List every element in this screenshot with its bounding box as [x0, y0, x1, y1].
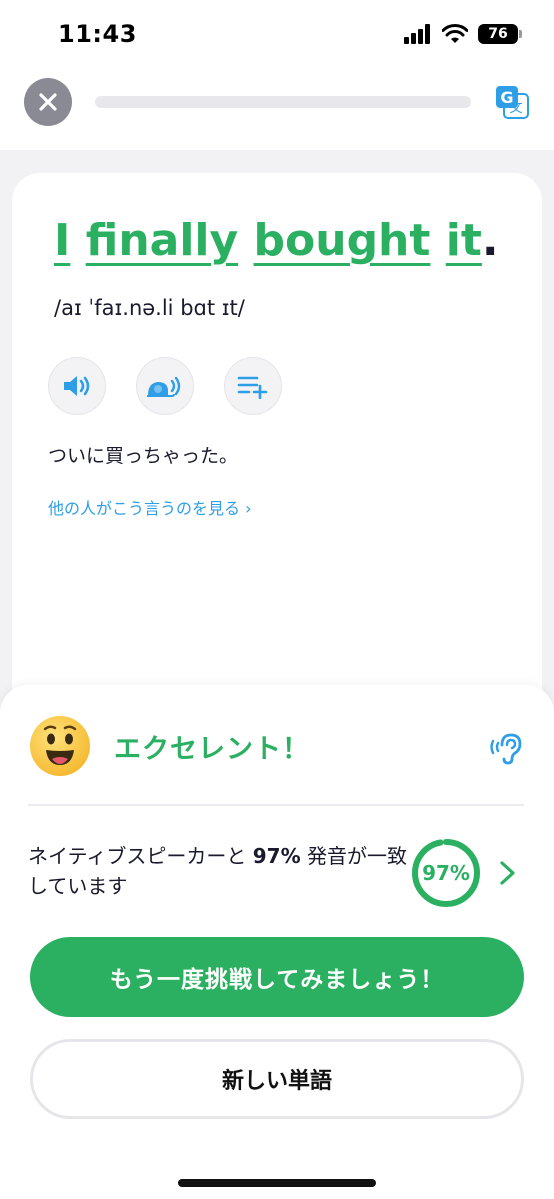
- lesson-progress-bar: [95, 96, 471, 108]
- play-slow-audio-button[interactable]: [136, 357, 194, 415]
- phrase-word[interactable]: it: [446, 215, 482, 266]
- try-again-button[interactable]: もう一度挑戦してみましょう！: [30, 937, 524, 1017]
- phrase-word[interactable]: I: [54, 215, 70, 266]
- result-title: エクセレント！: [114, 734, 310, 765]
- phrase-sentence: I finally bought it.: [54, 215, 499, 266]
- phonetic-text: aɪ ˈfaɪ.nə.li bɑt ɪt: [61, 296, 238, 320]
- chevron-right-icon[interactable]: [494, 855, 522, 891]
- score-description: ネイティブスピーカーと 97% 発音が一致しています: [28, 841, 408, 901]
- divider: [28, 804, 524, 806]
- chevron-right-icon: ›: [245, 499, 252, 518]
- phrase-word[interactable]: bought: [254, 215, 431, 266]
- see-others-label: 他の人がこう言うのを見る: [48, 499, 241, 518]
- phrase-card: I finally bought it. /aɪ ˈfaɪ.nə.li bɑt …: [12, 173, 542, 773]
- score-ring-label: 97%: [422, 861, 470, 885]
- ear-listen-icon[interactable]: [488, 729, 524, 765]
- phrase-word[interactable]: finally: [86, 215, 238, 266]
- translate-icon[interactable]: 文 G: [494, 84, 530, 120]
- result-sheet: エクセレント！ ネイティブスピーカーと 97% 発音が一致しています 97% も…: [0, 685, 554, 1199]
- phonetic-transcription: /aɪ ˈfaɪ.nə.li bɑt ɪt/: [54, 296, 245, 320]
- see-others-link[interactable]: 他の人がこう言うのを見る ›: [48, 495, 252, 519]
- translation-text: ついに買っちゃった。: [48, 445, 239, 467]
- phrase-period: .: [481, 215, 499, 266]
- top-bar: 文 G: [0, 70, 554, 150]
- slow-speaker-icon: [147, 376, 181, 397]
- play-audio-button[interactable]: [48, 357, 106, 415]
- status-icons: 76: [404, 24, 522, 44]
- close-icon: [39, 93, 57, 111]
- home-indicator: [178, 1179, 376, 1187]
- battery-level: 76: [488, 26, 508, 42]
- happy-face-icon: [30, 716, 90, 776]
- new-word-button[interactable]: 新しい単語: [30, 1039, 524, 1119]
- signal-icon: [404, 24, 430, 44]
- status-bar: 11:43 76: [0, 0, 554, 70]
- score-text-before: ネイティブスピーカーと: [28, 844, 253, 868]
- svg-text:G: G: [500, 88, 513, 107]
- score-percent: 97%: [252, 844, 301, 868]
- status-time: 11:43: [58, 20, 137, 48]
- close-button[interactable]: [24, 78, 72, 126]
- battery-icon: 76: [478, 24, 522, 44]
- wifi-icon: [442, 24, 468, 43]
- speaker-icon: [64, 376, 90, 396]
- add-to-list-icon: [237, 376, 268, 399]
- add-to-list-button[interactable]: [224, 357, 282, 415]
